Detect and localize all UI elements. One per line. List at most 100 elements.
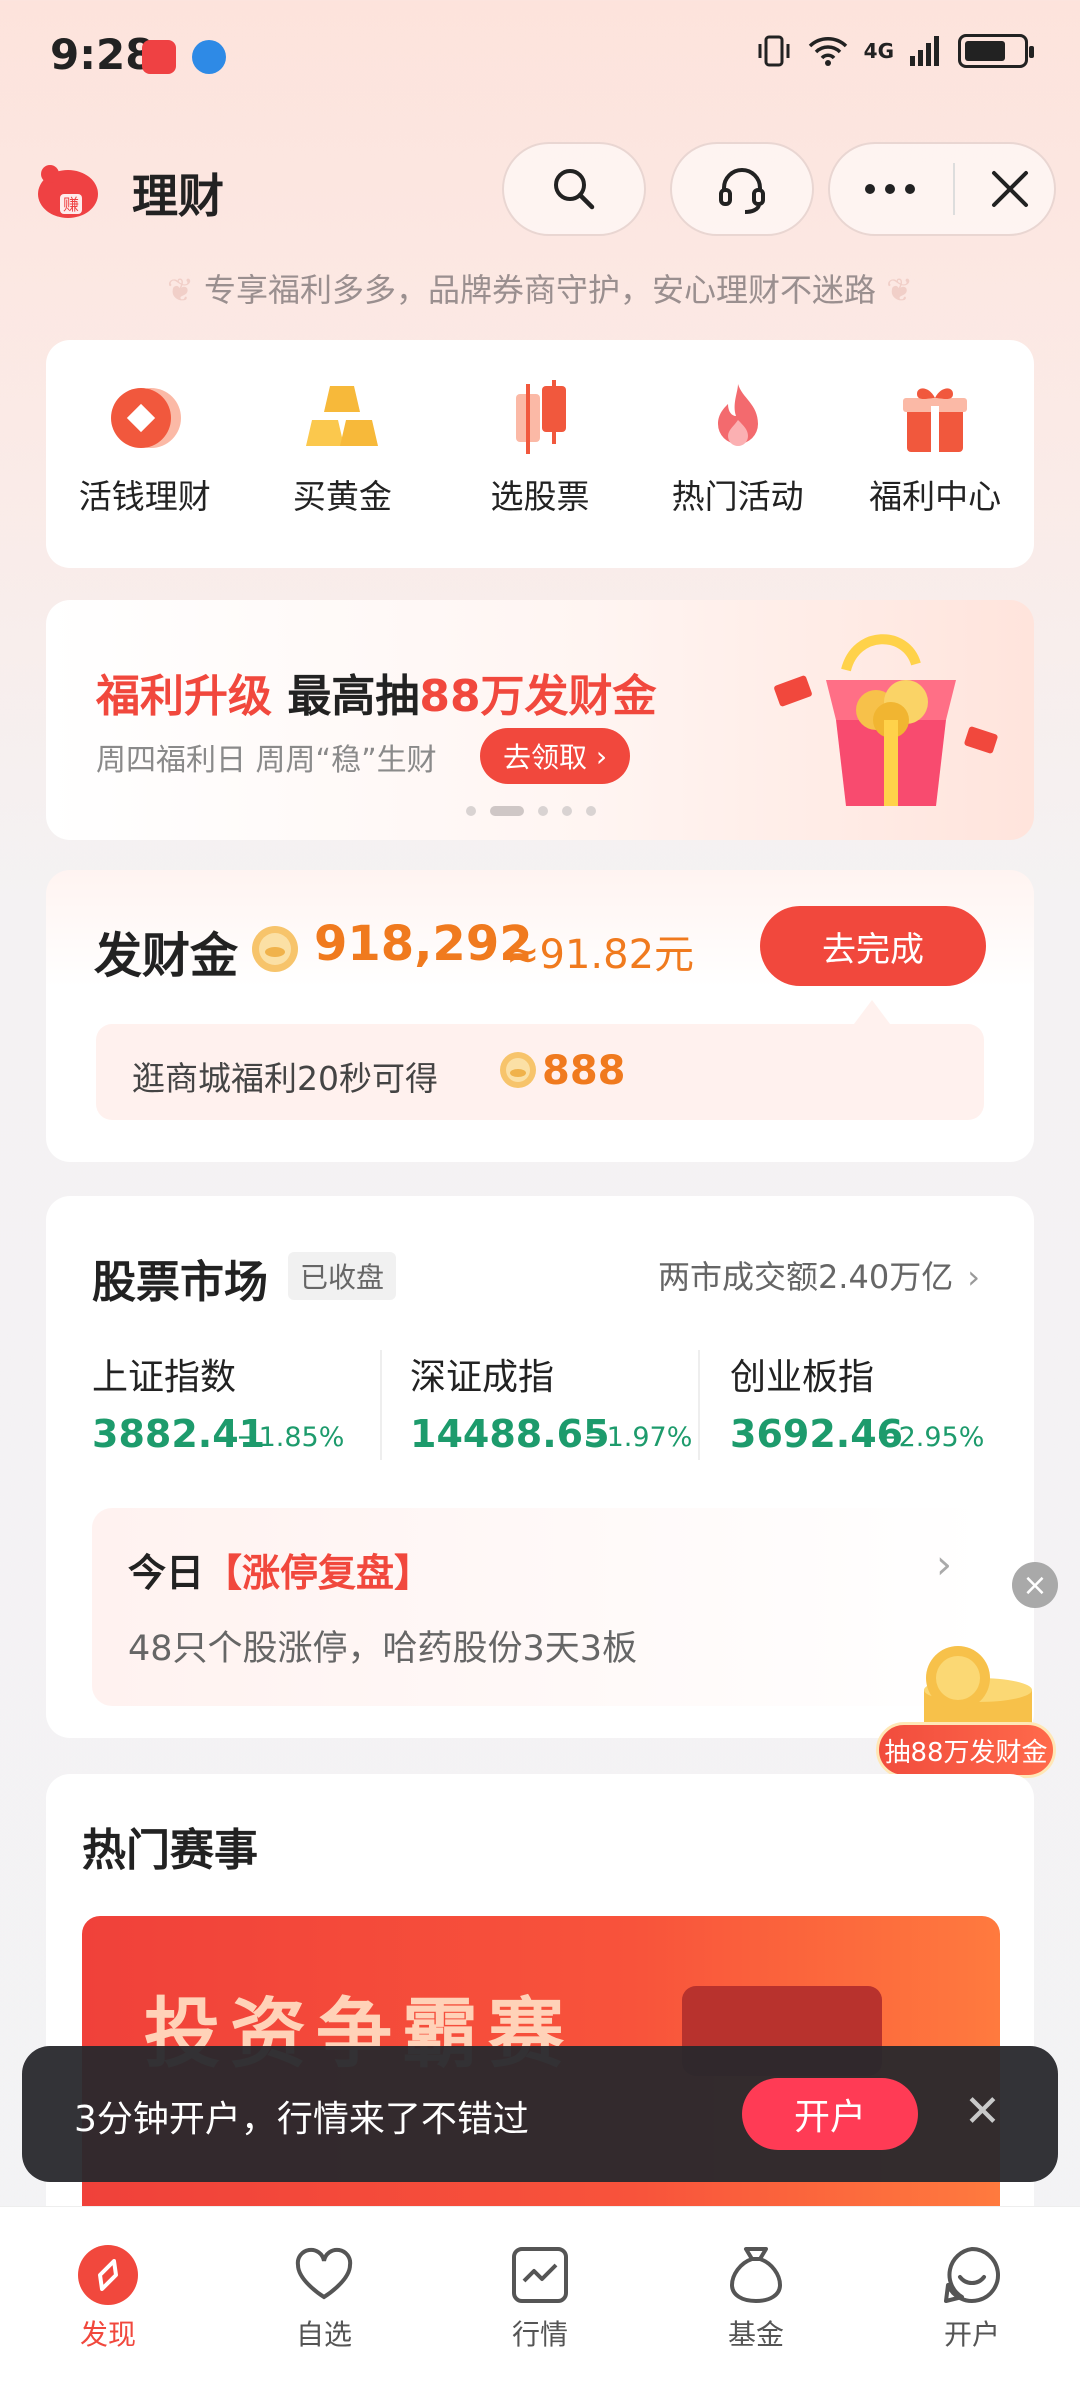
nav-label: 行情 <box>511 2318 568 2351</box>
coin-icon <box>110 388 181 448</box>
pagination-dot <box>562 806 572 816</box>
index-value-sz: 14488.65 <box>410 1412 610 1456</box>
quick-entry-pick-stocks[interactable]: 选股票 <box>450 376 630 568</box>
stock-market-card: 股票市场 已收盘 两市成交额2.40万亿 › 上证指数 3882.41 −1.85… <box>46 1196 1034 1738</box>
notification-browser-icon <box>192 40 226 74</box>
gold-coin-small-icon <box>500 1052 536 1088</box>
quick-entry-bar: 活钱理财 买黄金 选股票 热门活动 福利中心 <box>46 340 1034 568</box>
nav-item-open-account[interactable]: 开户 <box>897 2243 1047 2400</box>
quick-entry-buy-gold[interactable]: 买黄金 <box>252 376 432 568</box>
fortune-tip[interactable]: 逛商城福利20秒可得 888 <box>96 1024 984 1120</box>
market-volume-link[interactable]: 两市成交额2.40万亿 › <box>658 1252 980 1298</box>
status-time: 9:28 <box>50 30 155 79</box>
fortune-tip-amount: 888 <box>542 1048 626 1094</box>
vibrate-icon <box>758 35 790 67</box>
open-account-toast: 3分钟开户，行情来了不错过 开户 ✕ <box>22 2046 1058 2182</box>
divider <box>698 1350 700 1460</box>
fortune-approx-value: ≈91.82元 <box>506 932 695 978</box>
nav-label: 发现 <box>79 2318 136 2351</box>
events-title: 热门赛事 <box>82 1825 258 1876</box>
close-icon[interactable]: ✕ <box>964 2086 1001 2137</box>
customer-service-button[interactable] <box>670 142 814 236</box>
index-name-sh[interactable]: 上证指数 <box>92 1348 236 1400</box>
search-icon <box>554 169 595 210</box>
floating-promo-close-button[interactable]: × <box>1012 1562 1058 1608</box>
nav-label: 开户 <box>943 2318 1000 2351</box>
page-title: 理财 <box>132 169 224 223</box>
quick-entry-label: 选股票 <box>490 477 590 516</box>
candlestick-icon <box>515 380 566 454</box>
close-icon[interactable] <box>988 167 1032 211</box>
nav-item-discover[interactable]: 发现 <box>33 2243 183 2400</box>
wifi-icon <box>808 37 847 66</box>
nav-item-quotes[interactable]: 行情 <box>465 2243 615 2400</box>
money-bag-icon <box>730 2247 782 2303</box>
quick-entry-label: 活钱理财 <box>78 477 211 516</box>
index-name-cyb[interactable]: 创业板指 <box>730 1348 874 1400</box>
signal-icon <box>910 36 939 66</box>
notification-app-icon <box>142 40 176 74</box>
open-account-button[interactable]: 开户 <box>742 2078 918 2150</box>
index-change-cyb: −2.95% <box>876 1422 985 1453</box>
more-icon[interactable] <box>860 179 920 199</box>
discover-icon <box>78 2245 138 2305</box>
chart-icon <box>512 2247 568 2303</box>
gift-icon <box>903 388 968 452</box>
review-title-prefix: 今日 <box>128 1551 205 1595</box>
heart-icon <box>295 2247 353 2300</box>
chevron-right-icon: › <box>936 1542 952 1588</box>
bottom-navigation: 发现 自选 行情 基金 开户 <box>0 2206 1080 2400</box>
status-indicators: 4G <box>756 34 1034 68</box>
quick-entry-welfare-center[interactable]: 福利中心 <box>845 376 1025 568</box>
svg-text:赚: 赚 <box>63 195 79 214</box>
fortune-amount: 918,292 <box>314 916 533 972</box>
index-name-sz[interactable]: 深证成指 <box>410 1348 554 1400</box>
gold-coin-icon <box>252 926 298 972</box>
fortune-label: 发财金 <box>94 928 239 984</box>
gold-bars-icon <box>306 386 379 446</box>
fortune-complete-button[interactable]: 去完成 <box>760 906 986 986</box>
review-title-highlight: 【涨停复盘】 <box>204 1551 433 1595</box>
gift-box-illustration <box>774 634 998 806</box>
network-label: 4G <box>863 39 894 63</box>
fortune-card: 发财金 918,292 ≈91.82元 去完成 逛商城福利20秒可得 888 <box>46 870 1034 1162</box>
banner-button-label: 去领取 <box>502 741 587 774</box>
quick-entry-label: 福利中心 <box>869 477 1002 516</box>
divider <box>380 1350 382 1460</box>
pagination-dot <box>466 806 476 816</box>
chevron-right-icon: › <box>586 739 608 773</box>
banner-title: 福利升级 最高抽88万发财金 <box>96 660 657 724</box>
banner-claim-button[interactable]: 去领取 › <box>480 728 630 784</box>
mini-program-capsule <box>828 142 1056 236</box>
index-change-sh: −1.85% <box>236 1422 345 1453</box>
quick-entry-hot-events[interactable]: 热门活动 <box>648 376 828 568</box>
market-status-badge: 已收盘 <box>288 1252 397 1300</box>
banner-subtitle: 周四福利日 周周“稳”生财 <box>96 743 437 778</box>
promo-banner[interactable]: 福利升级 最高抽88万发财金 周四福利日 周周“稳”生财 去领取 › <box>46 600 1034 840</box>
nav-item-watchlist[interactable]: 自选 <box>249 2243 399 2400</box>
pagination-dot-active <box>490 806 524 816</box>
subtitle-text: 专享福利多多，品牌券商守护，安心理财不迷路 <box>203 271 876 309</box>
battery-icon <box>958 34 1034 68</box>
limit-up-review-card[interactable]: 今日【涨停复盘】 48只个股涨停，哈药股份3天3板 › <box>92 1508 986 1706</box>
chevron-right-icon: › <box>967 1258 980 1296</box>
index-change-sz: −1.97% <box>584 1422 693 1453</box>
banner-title-part1: 福利升级 <box>96 671 272 722</box>
floating-promo-label[interactable]: 抽88万发财金 <box>876 1722 1056 1778</box>
nav-item-funds[interactable]: 基金 <box>681 2243 831 2400</box>
capsule-divider <box>953 163 955 215</box>
market-title: 股票市场 <box>92 1257 268 1308</box>
piggy-logo-icon: 赚 <box>38 165 98 218</box>
banner-title-part2: 最高抽 <box>287 671 420 722</box>
quick-entry-current-wealth[interactable]: 活钱理财 <box>55 376 235 568</box>
open-account-text: 3分钟开户，行情来了不错过 <box>74 2099 529 2140</box>
nav-label: 自选 <box>295 2318 352 2351</box>
pagination-dot <box>538 806 548 816</box>
review-description: 48只个股涨停，哈药股份3天3板 <box>128 1629 638 1669</box>
tip-pointer <box>854 1000 890 1024</box>
laurel-right-icon: ❦ <box>876 271 913 309</box>
laurel-left-icon: ❦ <box>167 271 204 309</box>
fortune-tip-text: 逛商城福利20秒可得 <box>132 1059 438 1098</box>
flame-icon <box>717 384 758 446</box>
search-button[interactable] <box>502 142 646 236</box>
